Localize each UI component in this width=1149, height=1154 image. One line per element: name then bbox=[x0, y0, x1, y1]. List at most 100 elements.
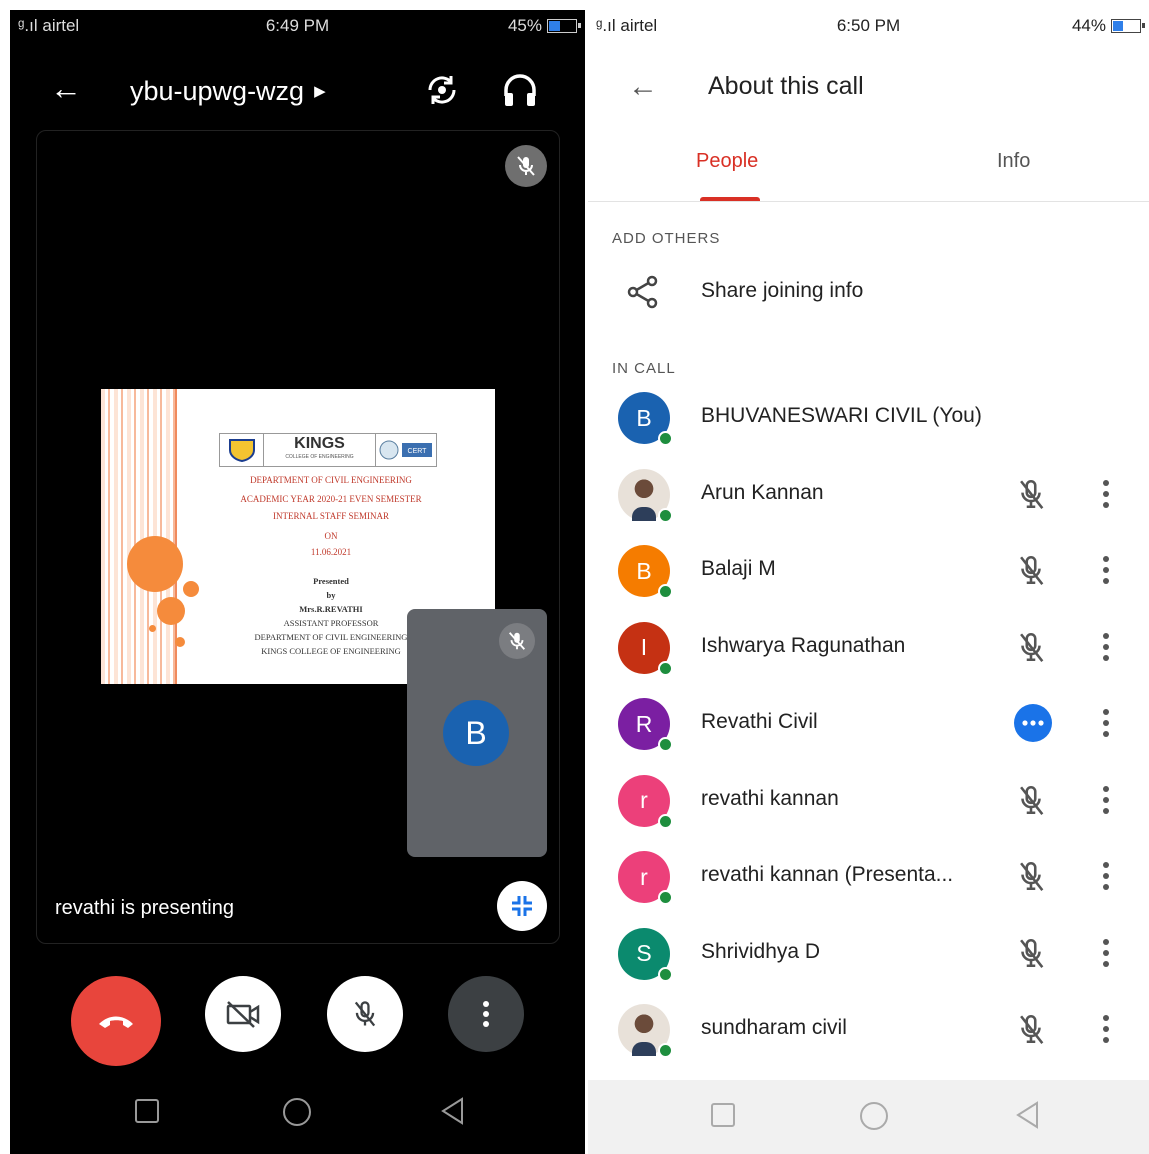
meeting-code[interactable]: ybu-upwg-wzg ▶ bbox=[130, 76, 326, 107]
online-status-icon bbox=[658, 431, 673, 446]
participant-options-icon[interactable] bbox=[1102, 632, 1110, 667]
participant-avatar bbox=[618, 468, 673, 523]
mic-off-icon bbox=[354, 1001, 376, 1027]
slide-presented: Presented bbox=[313, 576, 349, 586]
self-view-tile[interactable]: B bbox=[407, 609, 547, 857]
college-crest-icon bbox=[220, 434, 264, 466]
more-options-button[interactable] bbox=[448, 976, 524, 1052]
participant-avatar: B bbox=[618, 545, 673, 599]
online-status-icon bbox=[658, 584, 673, 599]
online-status-icon bbox=[658, 660, 673, 676]
participant-name: revathi kannan (Presenta... bbox=[701, 863, 954, 886]
android-nav-bar bbox=[588, 1080, 1149, 1154]
participant-row[interactable]: R Revathi Civil bbox=[588, 694, 1149, 764]
add-others-heading: ADD OTHERS bbox=[612, 230, 721, 247]
participant-avatar: I bbox=[618, 621, 673, 676]
about-header: ← About this call bbox=[588, 62, 1149, 112]
participant-avatar: R bbox=[618, 698, 673, 752]
participant-name: Arun Kannan bbox=[701, 480, 824, 504]
minimize-presentation-button[interactable] bbox=[497, 881, 547, 931]
slide-by: by bbox=[326, 590, 336, 600]
speaking-indicator-icon bbox=[1014, 704, 1052, 742]
participant-row[interactable]: r revathi kannan (Presenta... bbox=[588, 847, 1149, 917]
participant-options-icon[interactable] bbox=[1102, 938, 1110, 973]
vertical-dots-icon bbox=[483, 1001, 489, 1027]
clock: 6:50 PM bbox=[836, 16, 901, 35]
video-off-icon bbox=[226, 1001, 260, 1028]
participant-row[interactable]: Arun Kannan bbox=[588, 465, 1149, 535]
tab-people[interactable]: People bbox=[696, 150, 758, 173]
online-status-icon bbox=[658, 813, 673, 829]
participant-name: BHUVANESWARI CIVIL (You) bbox=[701, 404, 982, 427]
home-icon[interactable] bbox=[281, 1096, 313, 1133]
participant-options-icon[interactable] bbox=[1102, 861, 1110, 896]
participant-row[interactable]: B Balaji M bbox=[588, 541, 1149, 611]
participant-options-icon[interactable] bbox=[1102, 479, 1110, 514]
tab-bar: People Info bbox=[588, 140, 1149, 202]
back-arrow-icon[interactable]: ← bbox=[50, 70, 82, 107]
battery-icon bbox=[547, 19, 581, 33]
college-logos: KINGS COLLEGE OF ENGINEERING CERT bbox=[219, 433, 437, 467]
participant-row[interactable]: I Ishwarya Ragunathan bbox=[588, 618, 1149, 688]
recent-apps-icon[interactable] bbox=[132, 1096, 162, 1131]
avatar-letter: r bbox=[640, 787, 648, 813]
recent-apps-icon[interactable] bbox=[708, 1100, 738, 1135]
avatar-letter: B bbox=[636, 557, 652, 584]
participant-options-icon[interactable] bbox=[1102, 1014, 1110, 1049]
back-nav-icon[interactable] bbox=[1013, 1100, 1043, 1135]
back-arrow-icon[interactable]: ← bbox=[628, 70, 658, 104]
tab-info[interactable]: Info bbox=[997, 150, 1030, 173]
online-status-icon bbox=[658, 1043, 673, 1058]
call-top-bar: ← ybu-upwg-wzg ▶ bbox=[10, 62, 585, 126]
participant-name: Balaji M bbox=[701, 557, 776, 580]
slide-seminar: INTERNAL STAFF SEMINAR bbox=[273, 511, 389, 521]
participant-row[interactable]: B BHUVANESWARI CIVIL (You) bbox=[588, 388, 1149, 458]
end-call-button[interactable] bbox=[71, 976, 161, 1066]
participant-options-icon[interactable] bbox=[1102, 555, 1110, 590]
decor-circle bbox=[127, 536, 183, 592]
back-nav-icon[interactable] bbox=[438, 1096, 468, 1131]
cert-text: CERT bbox=[408, 448, 428, 455]
home-icon[interactable] bbox=[858, 1100, 890, 1137]
mic-muted-icon bbox=[1014, 477, 1048, 516]
camera-off-button[interactable] bbox=[205, 976, 281, 1052]
share-icon bbox=[626, 274, 660, 315]
participant-name: sundharam civil bbox=[701, 1016, 847, 1039]
presenter-muted-icon bbox=[505, 145, 547, 187]
avatar-letter: R bbox=[635, 710, 653, 737]
participant-row[interactable]: r revathi kannan bbox=[588, 771, 1149, 841]
presentation-stage: KINGS COLLEGE OF ENGINEERING CERT DEPARTM… bbox=[36, 130, 560, 944]
participant-avatar: B bbox=[618, 392, 673, 446]
avatar-letter: I bbox=[640, 634, 648, 660]
online-status-icon bbox=[658, 890, 673, 905]
call-controls bbox=[10, 976, 585, 1066]
online-status-icon bbox=[658, 507, 673, 523]
switch-camera-icon[interactable] bbox=[422, 70, 462, 115]
participant-options-icon[interactable] bbox=[1102, 785, 1110, 820]
participant-row[interactable]: sundharam civil bbox=[588, 1000, 1149, 1070]
participant-avatar: r bbox=[618, 851, 673, 905]
online-status-icon bbox=[658, 966, 673, 982]
share-joining-info-label: Share joining info bbox=[701, 279, 864, 302]
clock: 6:49 PM bbox=[265, 16, 330, 35]
share-joining-info-row[interactable]: Share joining info bbox=[588, 272, 1149, 312]
participant-row[interactable]: S Shrividhya D bbox=[588, 924, 1149, 994]
microphone-off-button[interactable] bbox=[327, 976, 403, 1052]
presenting-label: revathi is presenting bbox=[55, 897, 234, 919]
battery-indicator: 44% bbox=[1072, 16, 1145, 36]
participant-options-icon[interactable] bbox=[1102, 708, 1110, 743]
headphones-icon[interactable] bbox=[500, 70, 540, 115]
participant-avatar: S bbox=[618, 927, 673, 982]
slide-date: 11.06.2021 bbox=[310, 547, 352, 557]
self-muted-icon bbox=[499, 623, 535, 659]
online-status-icon bbox=[658, 737, 673, 752]
logo-text: KINGS bbox=[294, 435, 345, 452]
battery-indicator: 45% bbox=[508, 16, 581, 36]
status-bar: ᵍ.ıl airtel 6:50 PM 44% bbox=[588, 10, 1149, 42]
participant-name: Ishwarya Ragunathan bbox=[701, 633, 906, 657]
mic-muted-icon bbox=[1014, 1012, 1048, 1051]
active-tab-indicator bbox=[700, 197, 760, 201]
battery-icon bbox=[1111, 19, 1145, 33]
participant-name: Revathi Civil bbox=[701, 710, 818, 733]
android-nav-bar bbox=[10, 1076, 585, 1154]
